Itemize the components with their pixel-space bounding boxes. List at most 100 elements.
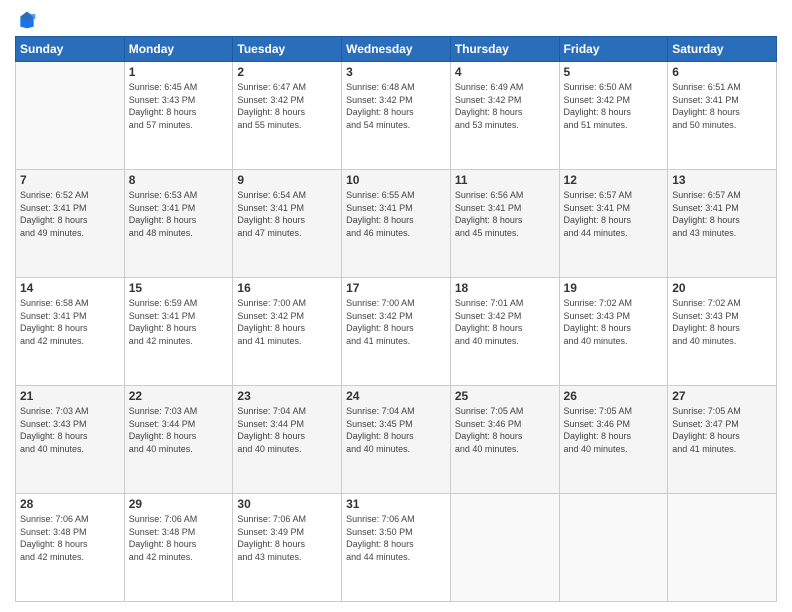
day-number: 23 xyxy=(237,389,337,403)
day-number: 22 xyxy=(129,389,229,403)
day-info: Sunrise: 7:06 AM Sunset: 3:50 PM Dayligh… xyxy=(346,513,446,563)
day-info: Sunrise: 7:05 AM Sunset: 3:46 PM Dayligh… xyxy=(455,405,555,455)
calendar-cell: 29 Sunrise: 7:06 AM Sunset: 3:48 PM Dayli… xyxy=(124,494,233,602)
calendar-cell: 21 Sunrise: 7:03 AM Sunset: 3:43 PM Dayli… xyxy=(16,386,125,494)
day-info: Sunrise: 7:02 AM Sunset: 3:43 PM Dayligh… xyxy=(672,297,772,347)
day-info: Sunrise: 7:00 AM Sunset: 3:42 PM Dayligh… xyxy=(237,297,337,347)
calendar-cell: 9 Sunrise: 6:54 AM Sunset: 3:41 PM Daylig… xyxy=(233,170,342,278)
calendar-cell: 5 Sunrise: 6:50 AM Sunset: 3:42 PM Daylig… xyxy=(559,62,668,170)
day-info: Sunrise: 6:51 AM Sunset: 3:41 PM Dayligh… xyxy=(672,81,772,131)
calendar-week-row: 7 Sunrise: 6:52 AM Sunset: 3:41 PM Daylig… xyxy=(16,170,777,278)
day-number: 7 xyxy=(20,173,120,187)
calendar-cell: 15Sunrise: 6:59 AM Sunset: 3:41 PM Dayli… xyxy=(124,278,233,386)
day-number: 20 xyxy=(672,281,772,295)
header xyxy=(15,10,777,30)
day-number: 9 xyxy=(237,173,337,187)
calendar-cell: 7 Sunrise: 6:52 AM Sunset: 3:41 PM Daylig… xyxy=(16,170,125,278)
day-number: 16 xyxy=(237,281,337,295)
day-number: 11 xyxy=(455,173,555,187)
day-number: 10 xyxy=(346,173,446,187)
calendar-cell: 8 Sunrise: 6:53 AM Sunset: 3:41 PM Daylig… xyxy=(124,170,233,278)
day-info: Sunrise: 6:54 AM Sunset: 3:41 PM Dayligh… xyxy=(237,189,337,239)
day-info: Sunrise: 7:06 AM Sunset: 3:48 PM Dayligh… xyxy=(20,513,120,563)
calendar-week-row: 21 Sunrise: 7:03 AM Sunset: 3:43 PM Dayli… xyxy=(16,386,777,494)
day-number: 28 xyxy=(20,497,120,511)
day-info: Sunrise: 7:05 AM Sunset: 3:46 PM Dayligh… xyxy=(564,405,664,455)
calendar-cell: 26 Sunrise: 7:05 AM Sunset: 3:46 PM Dayli… xyxy=(559,386,668,494)
day-number: 18 xyxy=(455,281,555,295)
day-info: Sunrise: 6:45 AM Sunset: 3:43 PM Dayligh… xyxy=(129,81,229,131)
calendar-week-row: 14 Sunrise: 6:58 AM Sunset: 3:41 PM Dayli… xyxy=(16,278,777,386)
calendar-week-row: 28 Sunrise: 7:06 AM Sunset: 3:48 PM Dayli… xyxy=(16,494,777,602)
calendar-table: SundayMondayTuesdayWednesdayThursdayFrid… xyxy=(15,36,777,602)
calendar-cell: 2Sunrise: 6:47 AM Sunset: 3:42 PM Daylig… xyxy=(233,62,342,170)
day-info: Sunrise: 7:00 AM Sunset: 3:42 PM Dayligh… xyxy=(346,297,446,347)
day-info: Sunrise: 7:06 AM Sunset: 3:49 PM Dayligh… xyxy=(237,513,337,563)
calendar-cell: 4Sunrise: 6:49 AM Sunset: 3:42 PM Daylig… xyxy=(450,62,559,170)
day-info: Sunrise: 7:02 AM Sunset: 3:43 PM Dayligh… xyxy=(564,297,664,347)
calendar-cell xyxy=(668,494,777,602)
day-number: 26 xyxy=(564,389,664,403)
calendar-cell: 24 Sunrise: 7:04 AM Sunset: 3:45 PM Dayli… xyxy=(342,386,451,494)
day-number: 2 xyxy=(237,65,337,79)
day-info: Sunrise: 6:52 AM Sunset: 3:41 PM Dayligh… xyxy=(20,189,120,239)
calendar-header-row: SundayMondayTuesdayWednesdayThursdayFrid… xyxy=(16,37,777,62)
page: SundayMondayTuesdayWednesdayThursdayFrid… xyxy=(0,0,792,612)
calendar-cell: 10 Sunrise: 6:55 AM Sunset: 3:41 PM Dayli… xyxy=(342,170,451,278)
day-number: 15 xyxy=(129,281,229,295)
calendar-cell: 31 Sunrise: 7:06 AM Sunset: 3:50 PM Dayli… xyxy=(342,494,451,602)
calendar-header-wednesday: Wednesday xyxy=(342,37,451,62)
logo xyxy=(15,10,37,30)
calendar-header-thursday: Thursday xyxy=(450,37,559,62)
day-info: Sunrise: 7:04 AM Sunset: 3:45 PM Dayligh… xyxy=(346,405,446,455)
day-info: Sunrise: 6:53 AM Sunset: 3:41 PM Dayligh… xyxy=(129,189,229,239)
calendar-cell: 19 Sunrise: 7:02 AM Sunset: 3:43 PM Dayli… xyxy=(559,278,668,386)
day-number: 24 xyxy=(346,389,446,403)
day-number: 29 xyxy=(129,497,229,511)
day-info: Sunrise: 6:48 AM Sunset: 3:42 PM Dayligh… xyxy=(346,81,446,131)
calendar-cell: 13 Sunrise: 6:57 AM Sunset: 3:41 PM Dayli… xyxy=(668,170,777,278)
calendar-cell: 23 Sunrise: 7:04 AM Sunset: 3:44 PM Dayli… xyxy=(233,386,342,494)
day-number: 3 xyxy=(346,65,446,79)
day-number: 30 xyxy=(237,497,337,511)
day-info: Sunrise: 7:05 AM Sunset: 3:47 PM Dayligh… xyxy=(672,405,772,455)
calendar-cell xyxy=(16,62,125,170)
calendar-cell: 25 Sunrise: 7:05 AM Sunset: 3:46 PM Dayli… xyxy=(450,386,559,494)
day-number: 17 xyxy=(346,281,446,295)
day-info: Sunrise: 7:04 AM Sunset: 3:44 PM Dayligh… xyxy=(237,405,337,455)
day-info: Sunrise: 6:57 AM Sunset: 3:41 PM Dayligh… xyxy=(672,189,772,239)
calendar-cell xyxy=(559,494,668,602)
day-info: Sunrise: 6:57 AM Sunset: 3:41 PM Dayligh… xyxy=(564,189,664,239)
calendar-cell: 30 Sunrise: 7:06 AM Sunset: 3:49 PM Dayli… xyxy=(233,494,342,602)
calendar-header-tuesday: Tuesday xyxy=(233,37,342,62)
day-info: Sunrise: 6:55 AM Sunset: 3:41 PM Dayligh… xyxy=(346,189,446,239)
calendar-header-friday: Friday xyxy=(559,37,668,62)
day-number: 19 xyxy=(564,281,664,295)
day-number: 13 xyxy=(672,173,772,187)
calendar-header-saturday: Saturday xyxy=(668,37,777,62)
day-info: Sunrise: 7:01 AM Sunset: 3:42 PM Dayligh… xyxy=(455,297,555,347)
day-number: 21 xyxy=(20,389,120,403)
day-info: Sunrise: 6:58 AM Sunset: 3:41 PM Dayligh… xyxy=(20,297,120,347)
calendar-week-row: 1 Sunrise: 6:45 AM Sunset: 3:43 PM Daylig… xyxy=(16,62,777,170)
day-number: 25 xyxy=(455,389,555,403)
day-number: 27 xyxy=(672,389,772,403)
day-number: 14 xyxy=(20,281,120,295)
day-number: 8 xyxy=(129,173,229,187)
calendar-header-sunday: Sunday xyxy=(16,37,125,62)
day-number: 31 xyxy=(346,497,446,511)
day-number: 1 xyxy=(129,65,229,79)
calendar-cell: 27 Sunrise: 7:05 AM Sunset: 3:47 PM Dayli… xyxy=(668,386,777,494)
calendar-cell: 14 Sunrise: 6:58 AM Sunset: 3:41 PM Dayli… xyxy=(16,278,125,386)
logo-icon xyxy=(17,10,37,30)
day-number: 12 xyxy=(564,173,664,187)
calendar-cell: 28 Sunrise: 7:06 AM Sunset: 3:48 PM Dayli… xyxy=(16,494,125,602)
calendar-header-monday: Monday xyxy=(124,37,233,62)
calendar-cell: 18 Sunrise: 7:01 AM Sunset: 3:42 PM Dayli… xyxy=(450,278,559,386)
calendar-cell: 22Sunrise: 7:03 AM Sunset: 3:44 PM Dayli… xyxy=(124,386,233,494)
day-info: Sunrise: 6:50 AM Sunset: 3:42 PM Dayligh… xyxy=(564,81,664,131)
calendar-cell: 20 Sunrise: 7:02 AM Sunset: 3:43 PM Dayli… xyxy=(668,278,777,386)
day-info: Sunrise: 7:03 AM Sunset: 3:43 PM Dayligh… xyxy=(20,405,120,455)
day-number: 5 xyxy=(564,65,664,79)
day-info: Sunrise: 7:06 AM Sunset: 3:48 PM Dayligh… xyxy=(129,513,229,563)
